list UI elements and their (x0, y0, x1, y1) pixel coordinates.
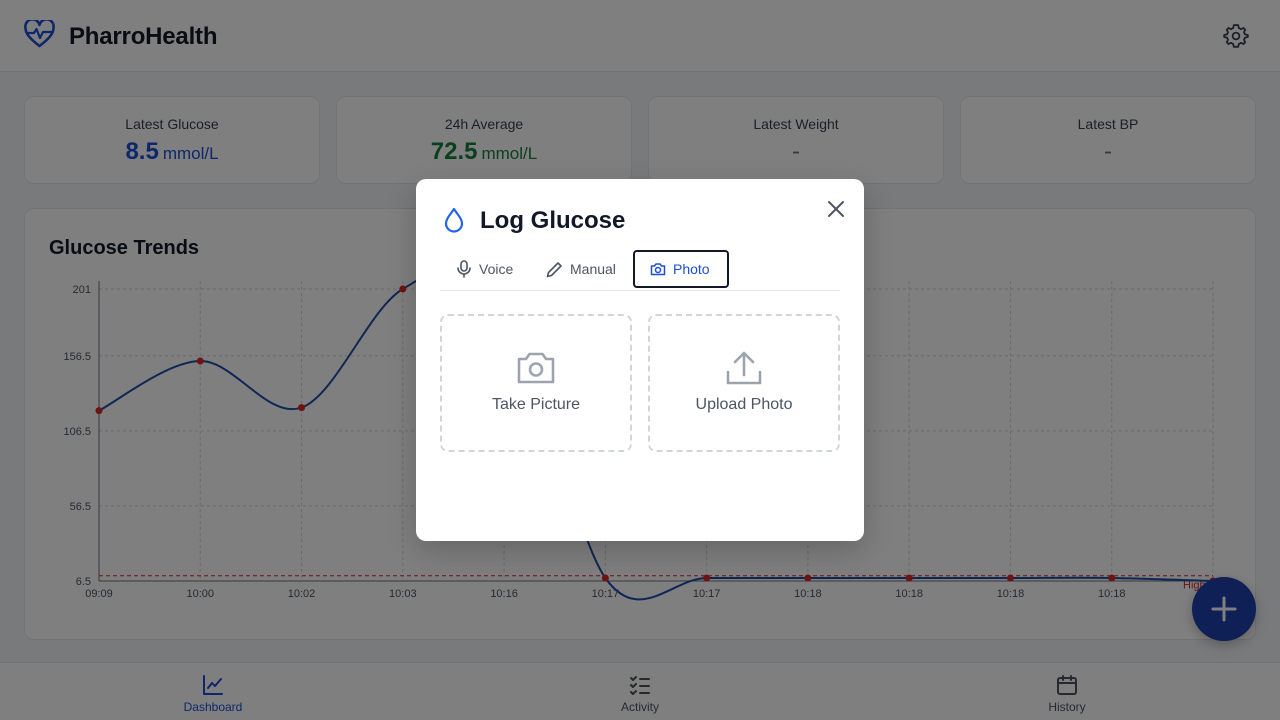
tab-label: Photo (673, 261, 710, 277)
pencil-icon (546, 261, 562, 277)
log-glucose-dialog: Log Glucose Voice Manual Photo Take Pict… (416, 179, 864, 541)
upload-icon (726, 351, 762, 385)
microphone-icon (457, 260, 471, 278)
camera-icon (517, 352, 555, 384)
option-label: Upload Photo (695, 396, 793, 413)
tab-label: Voice (479, 261, 514, 277)
close-icon[interactable] (824, 197, 848, 221)
input-mode-tabs: Voice Manual Photo (440, 250, 840, 291)
dialog-title: Log Glucose (480, 207, 626, 234)
camera-icon (650, 263, 666, 276)
upload-photo-button[interactable]: Upload Photo (648, 314, 840, 452)
tab-manual[interactable]: Manual (546, 250, 616, 288)
tab-voice[interactable]: Voice (456, 250, 513, 288)
take-picture-button[interactable]: Take Picture (440, 314, 632, 452)
option-label: Take Picture (491, 396, 581, 413)
tab-photo[interactable]: Photo (633, 250, 729, 288)
tab-label: Manual (570, 261, 616, 277)
droplet-icon (442, 207, 466, 238)
